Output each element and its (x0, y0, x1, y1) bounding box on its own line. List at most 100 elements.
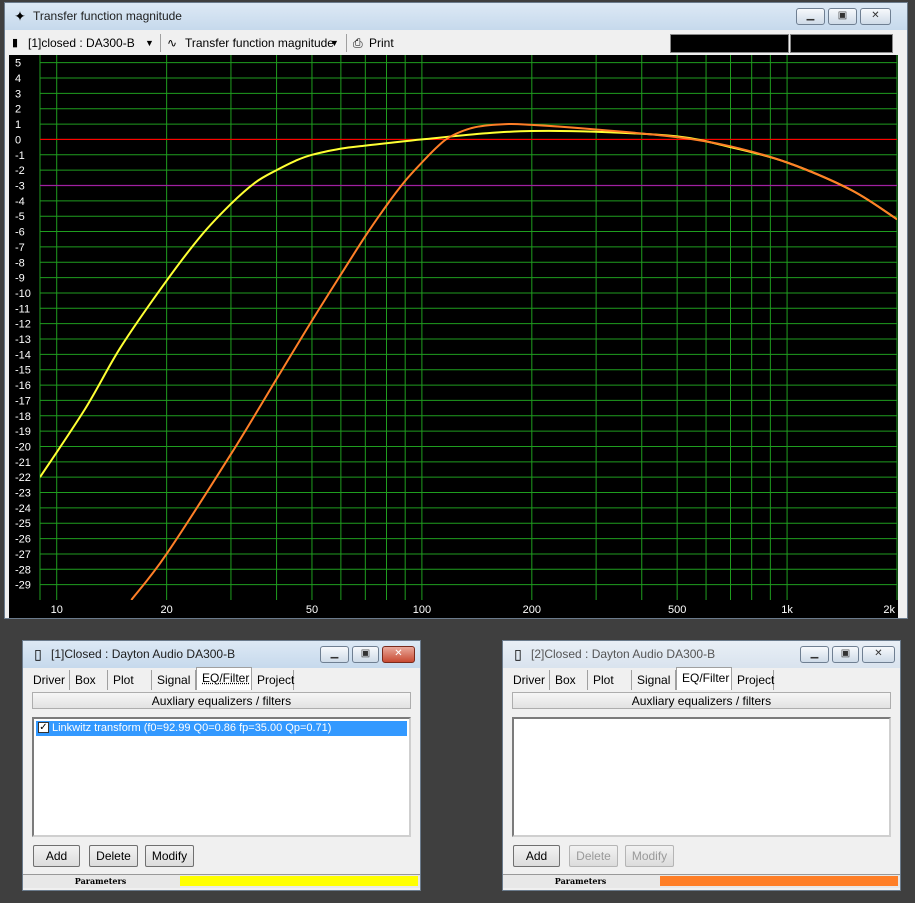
y-tick-label: 1 (15, 119, 21, 131)
maximize-button[interactable]: ▣ (828, 8, 857, 25)
project-panel-1: ▯ [1]Closed : Dayton Audio DA300-B ▁ ▣ ✕… (22, 640, 421, 891)
x-tick-label: 100 (413, 604, 431, 616)
curve-color-swatch[interactable] (180, 876, 418, 886)
panel2-status-bar: Parameters (503, 874, 900, 888)
y-tick-label: -23 (15, 488, 31, 500)
tab-driver[interactable]: Driver (508, 670, 550, 690)
x-tick-label: 2k (883, 604, 895, 616)
delete-button[interactable]: Delete (89, 845, 138, 867)
main-window-title: Transfer function magnitude (33, 9, 182, 23)
x-tick-label: 20 (161, 604, 173, 616)
printer-icon[interactable]: ⎙ (353, 34, 367, 52)
tab-project[interactable]: Project (252, 670, 294, 690)
y-tick-label: -4 (15, 196, 25, 208)
panel2-maximize-button[interactable]: ▣ (832, 646, 859, 663)
y-tick-label: -27 (15, 549, 31, 561)
plot-selector[interactable]: Transfer function magnitude (185, 34, 334, 52)
curve-color-swatch[interactable] (660, 876, 898, 886)
panel2-titlebar[interactable]: ▯ [2]Closed : Dayton Audio DA300-B ▁ ▣ ✕ (503, 641, 900, 668)
y-tick-label: -8 (15, 257, 25, 269)
add-button[interactable]: Add (513, 845, 560, 867)
tab-plot[interactable]: Plot (588, 670, 632, 690)
main-titlebar[interactable]: ✦ Transfer function magnitude ▁ ▣ ✕ (5, 3, 907, 30)
waveform-icon: ∿ (167, 36, 178, 50)
panel1-status-bar: Parameters (23, 874, 420, 888)
transfer-function-window: ✦ Transfer function magnitude ▁ ▣ ✕ [1]c… (4, 2, 908, 619)
series-line-2 (130, 122, 897, 600)
project-icon: ▮ (12, 37, 19, 49)
tab-box[interactable]: Box (550, 670, 588, 690)
list-item[interactable]: ✓ Linkwitz transform (f0=92.99 Q0=0.86 f… (36, 721, 407, 736)
y-tick-label: 4 (15, 73, 21, 85)
aux-equalizers-header[interactable]: Auxliary equalizers / filters (512, 692, 891, 709)
add-button[interactable]: Add (33, 845, 80, 867)
panel1-maximize-button[interactable]: ▣ (352, 646, 379, 663)
tab-box[interactable]: Box (70, 670, 108, 690)
minimize-button[interactable]: ▁ (796, 8, 825, 25)
x-tick-label: 50 (306, 604, 318, 616)
y-tick-label: -16 (15, 380, 31, 392)
aux-equalizers-header[interactable]: Auxliary equalizers / filters (32, 692, 411, 709)
y-tick-label: -28 (15, 564, 31, 576)
transfer-function-chart[interactable]: 543210-1-2-3-4-5-6-7-8-9-10-11-12-13-14-… (9, 55, 898, 618)
tab-eq-filter[interactable]: EQ/Filter (676, 667, 732, 690)
project-dropdown-arrow-icon[interactable]: ▼ (142, 34, 157, 52)
x-tick-label: 500 (668, 604, 686, 616)
y-tick-label: -3 (15, 180, 25, 192)
project-panel-2: ▯ [2]Closed : Dayton Audio DA300-B ▁ ▣ ✕… (502, 640, 901, 891)
y-tick-label: -15 (15, 365, 31, 377)
y-tick-label: -22 (15, 472, 31, 484)
y-tick-label: -26 (15, 534, 31, 546)
modify-button[interactable]: Modify (145, 845, 194, 867)
tab-signal[interactable]: Signal (152, 670, 196, 690)
panel1-minimize-button[interactable]: ▁ (320, 646, 349, 663)
parameters-label: Parameters (554, 876, 607, 886)
y-tick-label: -25 (15, 518, 31, 530)
panel2-close-button[interactable]: ✕ (862, 646, 895, 663)
panel2-minimize-button[interactable]: ▁ (800, 646, 829, 663)
close-button[interactable]: ✕ (860, 8, 891, 25)
print-button[interactable]: Print (369, 34, 394, 52)
tab-project[interactable]: Project (732, 670, 774, 690)
x-tick-label: 10 (51, 604, 63, 616)
y-tick-label: -24 (15, 503, 31, 515)
readout-box-right (790, 34, 893, 53)
y-tick-label: 5 (15, 58, 21, 70)
y-tick-label: -9 (15, 273, 25, 285)
filter-item-label: Linkwitz transform (f0=92.99 Q0=0.86 fp=… (52, 722, 332, 734)
y-tick-label: -13 (15, 334, 31, 346)
panel1-titlebar[interactable]: ▯ [1]Closed : Dayton Audio DA300-B ▁ ▣ ✕ (23, 641, 420, 668)
toolbar-separator (346, 34, 347, 52)
y-tick-label: -6 (15, 227, 25, 239)
delete-button[interactable]: Delete (569, 845, 618, 867)
toolbar-separator (160, 34, 161, 52)
filter-list[interactable]: ✓ Linkwitz transform (f0=92.99 Q0=0.86 f… (32, 717, 411, 837)
project-icon: ▯ (34, 646, 42, 662)
y-tick-label: 2 (15, 104, 21, 116)
tab-eq-filter[interactable]: EQ/Filter (196, 667, 252, 690)
plot-dropdown-arrow-icon[interactable]: ▼ (327, 34, 342, 52)
panel1-close-button[interactable]: ✕ (382, 646, 415, 663)
y-tick-label: -17 (15, 395, 31, 407)
crosshair-icon: ✦ (14, 8, 26, 24)
tab-signal[interactable]: Signal (632, 670, 676, 690)
y-tick-label: -11 (15, 303, 30, 315)
y-tick-label: -2 (15, 165, 25, 177)
panel2-title: [2]Closed : Dayton Audio DA300-B (531, 647, 716, 661)
x-tick-label: 1k (781, 604, 793, 616)
panel1-title: [1]Closed : Dayton Audio DA300-B (51, 647, 236, 661)
y-tick-label: -18 (15, 411, 31, 423)
filter-list[interactable] (512, 717, 891, 837)
readout-box-left (670, 34, 789, 53)
tab-plot[interactable]: Plot (108, 670, 152, 690)
y-tick-label: -5 (15, 211, 25, 223)
plot-area[interactable]: 5 4 3 2 1 0 -1 -2 -3 -4 -5 -6 -7 -8 -9 -10 -11 -12 -13 -14-… (9, 55, 898, 618)
parameters-label: Parameters (74, 876, 127, 886)
modify-button[interactable]: Modify (625, 845, 674, 867)
filter-enabled-checkbox[interactable]: ✓ (38, 722, 49, 733)
main-toolbar: [1]closed : DA300-B ▮ ▼ ∿ Transfer funct… (10, 32, 902, 54)
tab-driver[interactable]: Driver (28, 670, 70, 690)
project-selector[interactable]: [1]closed : DA300-B (14, 34, 135, 52)
series-line-1 (40, 129, 897, 478)
y-tick-label: -10 (15, 288, 31, 300)
